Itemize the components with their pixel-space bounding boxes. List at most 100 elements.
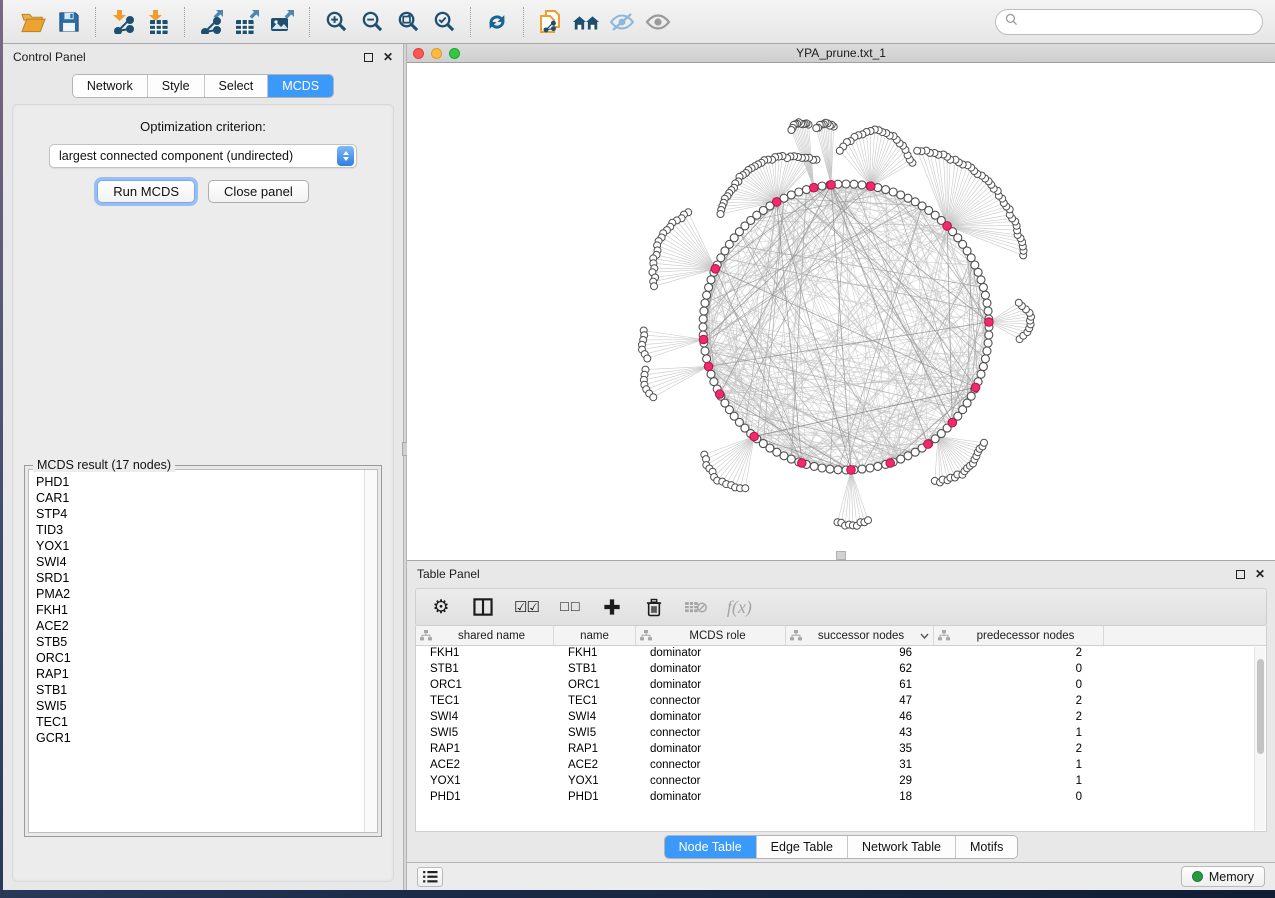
cell-MCDS-role: dominator bbox=[636, 710, 786, 726]
tab-edge-table[interactable]: Edge Table bbox=[757, 836, 848, 858]
search-box[interactable] bbox=[995, 9, 1263, 35]
export-table-button[interactable] bbox=[229, 5, 265, 39]
zoom-selected-button[interactable] bbox=[426, 5, 462, 39]
cell-shared-name: ORC1 bbox=[416, 678, 554, 694]
show-columns-icon[interactable] bbox=[472, 595, 494, 619]
column-header-MCDS-role[interactable]: MCDS role bbox=[636, 626, 786, 645]
cell-predecessor-nodes: 2 bbox=[934, 742, 1104, 758]
first-neighbors-button[interactable] bbox=[568, 5, 604, 39]
open-session-button[interactable] bbox=[15, 5, 51, 39]
table-row[interactable]: TEC1TEC1connector472 bbox=[416, 694, 1266, 710]
cell-MCDS-role: connector bbox=[636, 758, 786, 774]
mcds-result-item[interactable]: ACE2 bbox=[36, 618, 364, 634]
delete-column-icon[interactable] bbox=[643, 595, 665, 619]
mcds-result-item[interactable]: TEC1 bbox=[36, 714, 364, 730]
tab-select[interactable]: Select bbox=[205, 75, 269, 97]
cell-name: FKH1 bbox=[554, 646, 636, 662]
table-panel: Table Panel ✕ ⚙☑☑☐☐f(x) shared namenameM… bbox=[407, 561, 1275, 862]
cell-shared-name: YOX1 bbox=[416, 774, 554, 790]
save-session-button[interactable] bbox=[51, 5, 87, 39]
export-network-button[interactable] bbox=[193, 5, 229, 39]
table-row[interactable]: SWI4SWI4dominator462 bbox=[416, 710, 1266, 726]
mcds-result-item[interactable]: RAP1 bbox=[36, 666, 364, 682]
result-scrollbar[interactable] bbox=[364, 470, 377, 832]
mcds-result-item[interactable]: GCR1 bbox=[36, 730, 364, 746]
close-panel-icon[interactable]: ✕ bbox=[383, 51, 393, 63]
table-row[interactable]: ORC1ORC1dominator610 bbox=[416, 678, 1266, 694]
memory-button[interactable]: Memory bbox=[1181, 866, 1265, 887]
column-header-predecessor-nodes[interactable]: predecessor nodes bbox=[934, 626, 1104, 645]
zoom-in-button[interactable] bbox=[318, 5, 354, 39]
refresh-button[interactable] bbox=[479, 5, 515, 39]
cell-name: SWI5 bbox=[554, 726, 636, 742]
tab-mcds[interactable]: MCDS bbox=[268, 75, 333, 97]
add-column-icon[interactable] bbox=[601, 595, 623, 619]
mcds-result-item[interactable]: STP4 bbox=[36, 506, 364, 522]
mcds-result-item[interactable]: PHD1 bbox=[36, 474, 364, 490]
cell-successor-nodes: 31 bbox=[786, 758, 934, 774]
refresh-icon bbox=[485, 10, 509, 34]
mcds-result-item[interactable]: ORC1 bbox=[36, 650, 364, 666]
table-row[interactable]: STB1STB1dominator620 bbox=[416, 662, 1266, 678]
mcds-result-item[interactable]: PMA2 bbox=[36, 586, 364, 602]
select-all-checks-icon[interactable]: ☑☑ bbox=[514, 595, 539, 619]
export-image-icon bbox=[270, 9, 296, 34]
mcds-result-item[interactable]: CAR1 bbox=[36, 490, 364, 506]
import-network-button[interactable] bbox=[104, 5, 140, 39]
table-scrollbar[interactable] bbox=[1254, 647, 1265, 830]
table-mode-gear-icon[interactable]: ⚙ bbox=[430, 595, 452, 619]
column-header-successor-nodes[interactable]: successor nodes bbox=[786, 626, 934, 645]
table-row[interactable]: RAP1RAP1dominator352 bbox=[416, 742, 1266, 758]
horizontal-splitter-grip[interactable] bbox=[836, 551, 846, 560]
cell-successor-nodes: 46 bbox=[786, 710, 934, 726]
run-mcds-button[interactable]: Run MCDS bbox=[97, 180, 195, 203]
deselect-all-checks-icon[interactable]: ☐☐ bbox=[559, 595, 581, 619]
table-row[interactable]: SWI5SWI5connector431 bbox=[416, 726, 1266, 742]
mcds-result-item[interactable]: TID3 bbox=[36, 522, 364, 538]
tab-style[interactable]: Style bbox=[148, 75, 205, 97]
mcds-result-item[interactable]: STB1 bbox=[36, 682, 364, 698]
export-image-button[interactable] bbox=[265, 5, 301, 39]
cell-shared-name: STB1 bbox=[416, 662, 554, 678]
node-table: shared namenameMCDS rolesuccessor nodesp… bbox=[415, 626, 1267, 832]
search-input[interactable] bbox=[1023, 15, 1253, 29]
table-row[interactable]: YOX1YOX1connector291 bbox=[416, 774, 1266, 790]
mcds-result-item[interactable]: SRD1 bbox=[36, 570, 364, 586]
mcds-result-item[interactable]: FKH1 bbox=[36, 602, 364, 618]
column-header-name[interactable]: name bbox=[554, 626, 636, 645]
mcds-result-item[interactable]: STB5 bbox=[36, 634, 364, 650]
float-panel-icon[interactable] bbox=[364, 53, 373, 62]
control-panel-title: Control Panel bbox=[13, 50, 86, 64]
network-canvas[interactable] bbox=[407, 63, 1275, 560]
table-row[interactable]: PHD1PHD1dominator180 bbox=[416, 790, 1266, 806]
hide-selected-button[interactable] bbox=[604, 5, 640, 39]
mcds-result-item[interactable]: YOX1 bbox=[36, 538, 364, 554]
cell-shared-name: TEC1 bbox=[416, 694, 554, 710]
cell-name: STB1 bbox=[554, 662, 636, 678]
criterion-dropdown[interactable]: largest connected component (undirected) bbox=[49, 144, 357, 168]
duplicate-network-button[interactable] bbox=[532, 5, 568, 39]
tab-node-table[interactable]: Node Table bbox=[665, 836, 757, 858]
tab-motifs[interactable]: Motifs bbox=[956, 836, 1017, 858]
mcds-result-list[interactable]: PHD1CAR1STP4TID3YOX1SWI4SRD1PMA2FKH1ACE2… bbox=[29, 470, 364, 832]
zoom-fit-button[interactable] bbox=[390, 5, 426, 39]
tab-network-table[interactable]: Network Table bbox=[848, 836, 956, 858]
table-row[interactable]: FKH1FKH1dominator962 bbox=[416, 646, 1266, 662]
zoom-out-button[interactable] bbox=[354, 5, 390, 39]
cell-successor-nodes: 62 bbox=[786, 662, 934, 678]
close-table-panel-icon[interactable]: ✕ bbox=[1255, 568, 1265, 580]
show-all-button[interactable] bbox=[640, 5, 676, 39]
table-row[interactable]: ACE2ACE2connector311 bbox=[416, 758, 1266, 774]
column-header-shared-name[interactable]: shared name bbox=[416, 626, 554, 645]
task-history-button[interactable] bbox=[417, 867, 443, 887]
cell-predecessor-nodes: 2 bbox=[934, 710, 1104, 726]
network-graph[interactable] bbox=[407, 63, 1272, 560]
table-panel-title: Table Panel bbox=[417, 567, 480, 581]
mcds-result-item[interactable]: SWI4 bbox=[36, 554, 364, 570]
import-table-button[interactable] bbox=[140, 5, 176, 39]
tab-network[interactable]: Network bbox=[73, 75, 148, 97]
close-panel-button[interactable]: Close panel bbox=[208, 180, 309, 203]
float-table-panel-icon[interactable] bbox=[1236, 570, 1245, 579]
mcds-result-item[interactable]: SWI5 bbox=[36, 698, 364, 714]
column-header-filler bbox=[1104, 626, 1266, 645]
